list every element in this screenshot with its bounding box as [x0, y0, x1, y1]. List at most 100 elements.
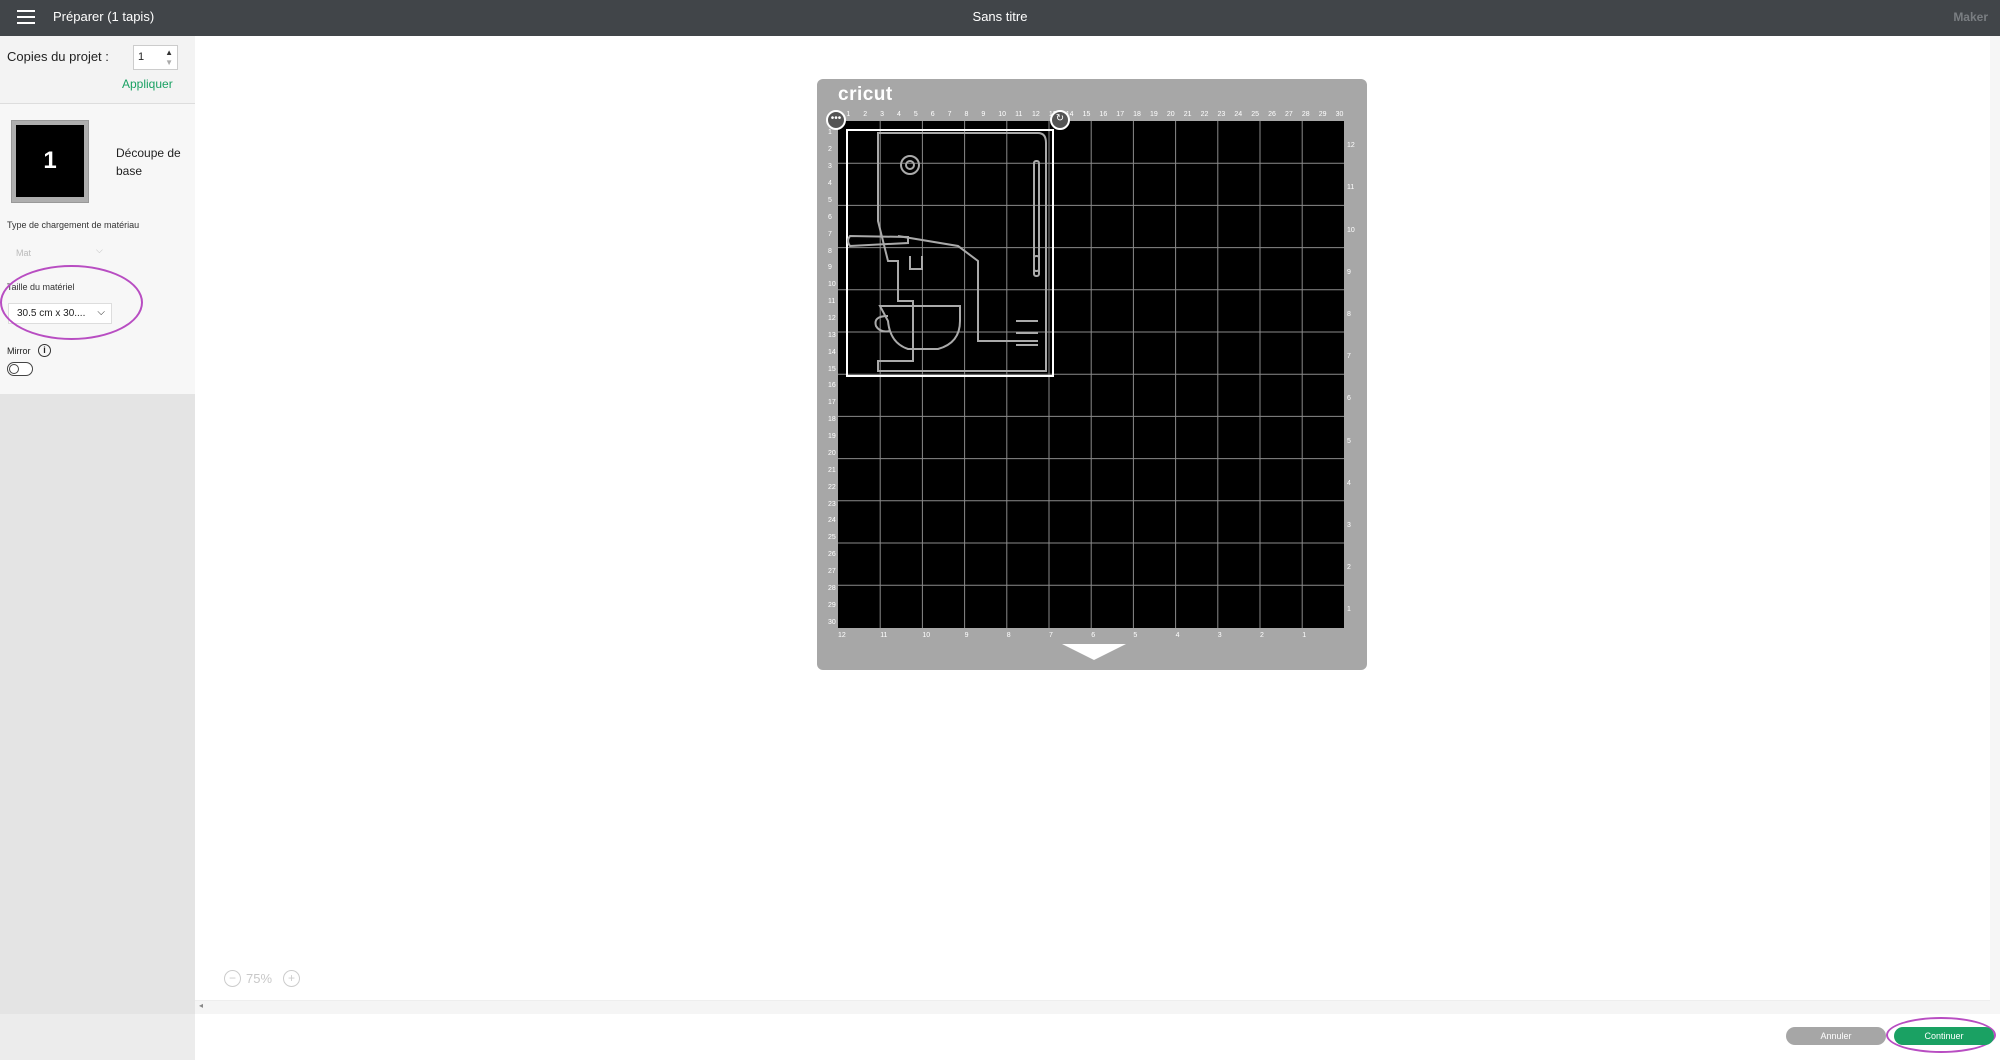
ruler-tick: 23	[828, 500, 836, 508]
copies-label: Copies du projet :	[7, 49, 109, 64]
ruler-tick: 22	[828, 483, 836, 491]
ruler-tick: 1	[1347, 606, 1351, 614]
ruler-tick: 4	[1175, 632, 1180, 639]
ruler-tick: 11	[1347, 184, 1355, 192]
zoom-level: 75%	[246, 971, 273, 986]
ruler-tick: 2	[1260, 632, 1264, 639]
ruler-tick: 19	[828, 433, 836, 441]
info-icon[interactable]: i	[38, 344, 51, 357]
ruler-tick: 2	[1347, 564, 1351, 572]
ruler-tick: 26	[828, 551, 836, 559]
ruler-tick: 18	[1133, 111, 1141, 118]
zoom-out-icon[interactable]: −	[224, 970, 241, 987]
ruler-tick: 11	[880, 632, 888, 639]
ruler-tick: 15	[1082, 111, 1091, 118]
ruler-tick: 4	[897, 111, 901, 118]
ruler-tick: 27	[828, 567, 836, 575]
document-title: Sans titre	[972, 9, 1028, 24]
ruler-tick: 6	[1347, 395, 1351, 403]
ruler-tick: 12	[1347, 142, 1355, 150]
cancel-button[interactable]: Annuler	[1786, 1027, 1886, 1045]
ruler-tick: 15	[828, 365, 836, 373]
ruler-tick: 7	[1347, 353, 1351, 361]
apply-button[interactable]: Appliquer	[122, 77, 173, 91]
ruler-tick: 11	[828, 298, 836, 306]
cricut-logo: cricut	[838, 84, 893, 105]
ruler-tick: 5	[828, 196, 832, 204]
ruler-tick: 12	[828, 314, 836, 322]
ruler-tick: 3	[1347, 521, 1351, 529]
ruler-tick: 14	[828, 348, 836, 356]
mirror-label: Mirror	[7, 346, 31, 356]
machine-selector[interactable]: Maker	[1953, 10, 1988, 24]
load-type-label: Type de chargement de matériau	[7, 220, 140, 230]
top-bar: Préparer (1 tapis) Sans titre Maker	[0, 0, 2000, 36]
chevron-down-icon: ⌵	[96, 245, 103, 255]
ruler-tick: 23	[1217, 111, 1226, 118]
ruler-tick: 3	[880, 111, 885, 118]
ruler-tick: 25	[828, 534, 836, 542]
ruler-tick: 24	[828, 517, 836, 525]
ruler-tick: 11	[1015, 111, 1023, 118]
ruler-tick: 26	[1268, 111, 1276, 118]
copies-value: 1	[138, 51, 145, 63]
ruler-tick: 8	[964, 111, 969, 118]
coffee-machine-design	[847, 132, 1047, 372]
ruler-tick: 28	[828, 584, 836, 592]
ruler-tick: 25	[1251, 111, 1260, 118]
ruler-tick: 19	[1150, 111, 1158, 118]
load-direction-arrow-icon	[1062, 644, 1126, 660]
ruler-tick: 8	[828, 247, 832, 255]
ruler-tick: 18	[828, 416, 836, 424]
ruler-tick: 3	[828, 163, 832, 171]
copies-input[interactable]: 1 ▲ ▼	[133, 45, 178, 70]
ruler-tick: 9	[1347, 268, 1351, 276]
ruler-tick: 22	[1200, 111, 1209, 118]
ruler-tick: 3	[1217, 632, 1222, 639]
ruler-tick: 8	[1006, 632, 1011, 639]
horizontal-scrollbar[interactable]: ◂	[195, 1000, 1990, 1014]
zoom-in-icon[interactable]: +	[283, 970, 300, 987]
mat-thumbnail[interactable]: 1	[11, 120, 89, 203]
ruler-tick: 1	[1302, 632, 1307, 639]
ruler-tick: 17	[828, 399, 836, 407]
highlight-annotation	[0, 265, 143, 340]
ruler-tick: 24	[1234, 111, 1243, 118]
ruler-tick: 5	[913, 111, 918, 118]
scroll-left-icon[interactable]: ◂	[199, 1001, 203, 1010]
mat-number: 1	[16, 125, 84, 197]
ruler-tick: 1	[846, 111, 851, 118]
ruler-tick: 6	[930, 111, 935, 118]
mat-grid[interactable]	[838, 121, 1344, 628]
ruler-tick: 20	[828, 449, 836, 457]
ruler-tick: 17	[1116, 111, 1125, 118]
ruler-tick: 10	[1347, 226, 1355, 234]
load-type-select[interactable]: Mat	[16, 248, 31, 258]
left-panel-background	[0, 394, 195, 1014]
ruler-tick: 12	[838, 632, 846, 639]
ruler-tick: 9	[964, 632, 969, 639]
mirror-toggle[interactable]	[7, 362, 33, 376]
ruler-tick: 9	[828, 264, 832, 272]
ruler-tick: 2	[828, 146, 832, 154]
ruler-tick: 28	[1301, 111, 1310, 118]
ruler-tick: 1	[828, 129, 832, 137]
ruler-tick: 4	[1347, 479, 1351, 487]
ruler-tick: 7	[947, 111, 952, 118]
ruler-tick: 13	[828, 331, 836, 339]
cutting-mat: cricut 1 2 3 4 5 6 7 8 9 10 11 12 14 15 …	[817, 79, 1367, 670]
left-panel-footer	[0, 1014, 195, 1060]
ruler-tick: 10	[922, 632, 931, 639]
rotate-icon[interactable]: ↻	[1050, 110, 1070, 130]
ruler-tick: 30	[828, 618, 836, 626]
ruler-tick: 4	[828, 180, 832, 188]
stepper-down-icon[interactable]: ▼	[165, 58, 173, 67]
vertical-scrollbar[interactable]	[1990, 36, 2000, 1014]
ruler-tick: 30	[1335, 111, 1344, 118]
continue-button[interactable]: Continuer	[1894, 1027, 1994, 1045]
stepper-up-icon[interactable]: ▲	[165, 48, 173, 57]
ruler-tick: 21	[828, 466, 836, 474]
ruler-tick: 10	[998, 111, 1007, 118]
ellipsis-icon[interactable]: •••	[826, 110, 846, 130]
toggle-knob	[9, 364, 19, 374]
